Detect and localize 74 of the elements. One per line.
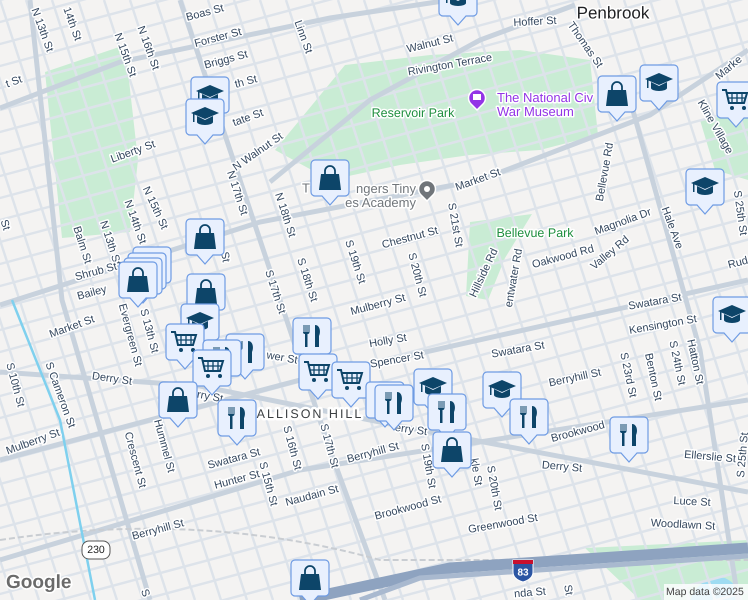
street-label: St [561,584,575,596]
district-label: ALLISON HILL [256,407,364,421]
street-label: entwater Rd [502,248,526,308]
street-label: Liberty St [109,138,157,166]
park-label: Reservoir Park [372,106,454,120]
street-label: Swatara St [490,339,546,361]
street-label: Derry St [541,459,583,475]
route-shield: 230 [82,540,110,560]
street-label: S 20th St [405,252,429,298]
street-label: Bellevue Rd [594,142,616,202]
street-label: Hale Ave [658,205,686,251]
street-label: Briggs St [202,48,250,72]
street-label: Hunter St [213,468,261,492]
street-label: tate St [231,106,265,130]
street-label: Mulberry St [349,292,407,318]
street-label: S 20th St [484,464,504,512]
street-label: S 19th St [342,238,368,286]
street-label: N 14th St [122,198,148,246]
street-label: Bailey [76,283,108,303]
street-label: Crescent St [122,430,148,490]
street-label: th St [234,73,258,91]
street-label: Linn St [292,18,314,56]
street-label: N 17th St [224,169,250,217]
town-label: Penbrook [576,4,650,22]
street-label: S 17th St [262,268,288,316]
street-label: Balm St [70,224,94,266]
street-label: wer St [266,349,298,367]
street-label: Rud [726,254,748,272]
street-label: Derry St [91,370,133,388]
place-label: The National Civ War Museum [497,90,594,118]
street-label: S 21st St [445,202,465,248]
street-label: Holly St [368,332,408,350]
street-label: N 13th St [28,6,56,54]
street-label: Berryhill St [130,517,186,543]
street-label: Naudain St [284,483,340,509]
route-shield: 83 [512,560,534,582]
attribution-text: Map data ©2025 [664,584,748,600]
street-label: Greenwood St [467,512,539,536]
park-label: Bellevue Park [496,226,574,240]
street-label: Market St [48,313,96,341]
street-label: Hummel St [151,418,177,474]
street-label: Hoffer St [513,14,557,30]
street-label: Woodlawn St [650,517,716,533]
place-label: T [302,180,310,196]
street-label: Spencer St [369,349,425,371]
street-label: S 16th St [280,424,304,472]
street-label: Swatara St [627,291,683,313]
map-logo: Google [6,572,72,593]
street-label: Benton St [642,352,664,402]
street-label: S 17th St [317,422,341,470]
street-label: 14th St [60,6,84,42]
street-label: kle St [468,457,484,487]
street-label: nda St [514,586,546,600]
street-label: S 19th St [418,442,438,490]
street-label: Kensington St [628,313,698,337]
place-label: ngers Tiny es Academy [345,180,416,210]
street-label: S 13th St [137,308,161,354]
street-label: S 25th St [735,432,748,478]
street-label: S 18th St [294,256,320,304]
street-label: Boas St [184,2,226,24]
street-label: S 23rd St [617,351,639,399]
street-label: Luce St [673,495,711,509]
street-label: S 25th St [730,190,748,236]
street-label: Forster St [193,26,243,50]
street-label: S [138,588,152,598]
street-label: Chestnut St [380,224,440,252]
street-label: St [0,218,12,232]
street-label: t St [4,74,24,90]
street-label: Ellerslie St [684,448,736,466]
street-label: Berryhill St [548,366,602,390]
street-label: S 10th St [3,362,27,408]
street-label: N 18th St [272,191,298,239]
street-label: Market St [454,166,502,194]
street-label: Berryhill St [346,440,400,466]
